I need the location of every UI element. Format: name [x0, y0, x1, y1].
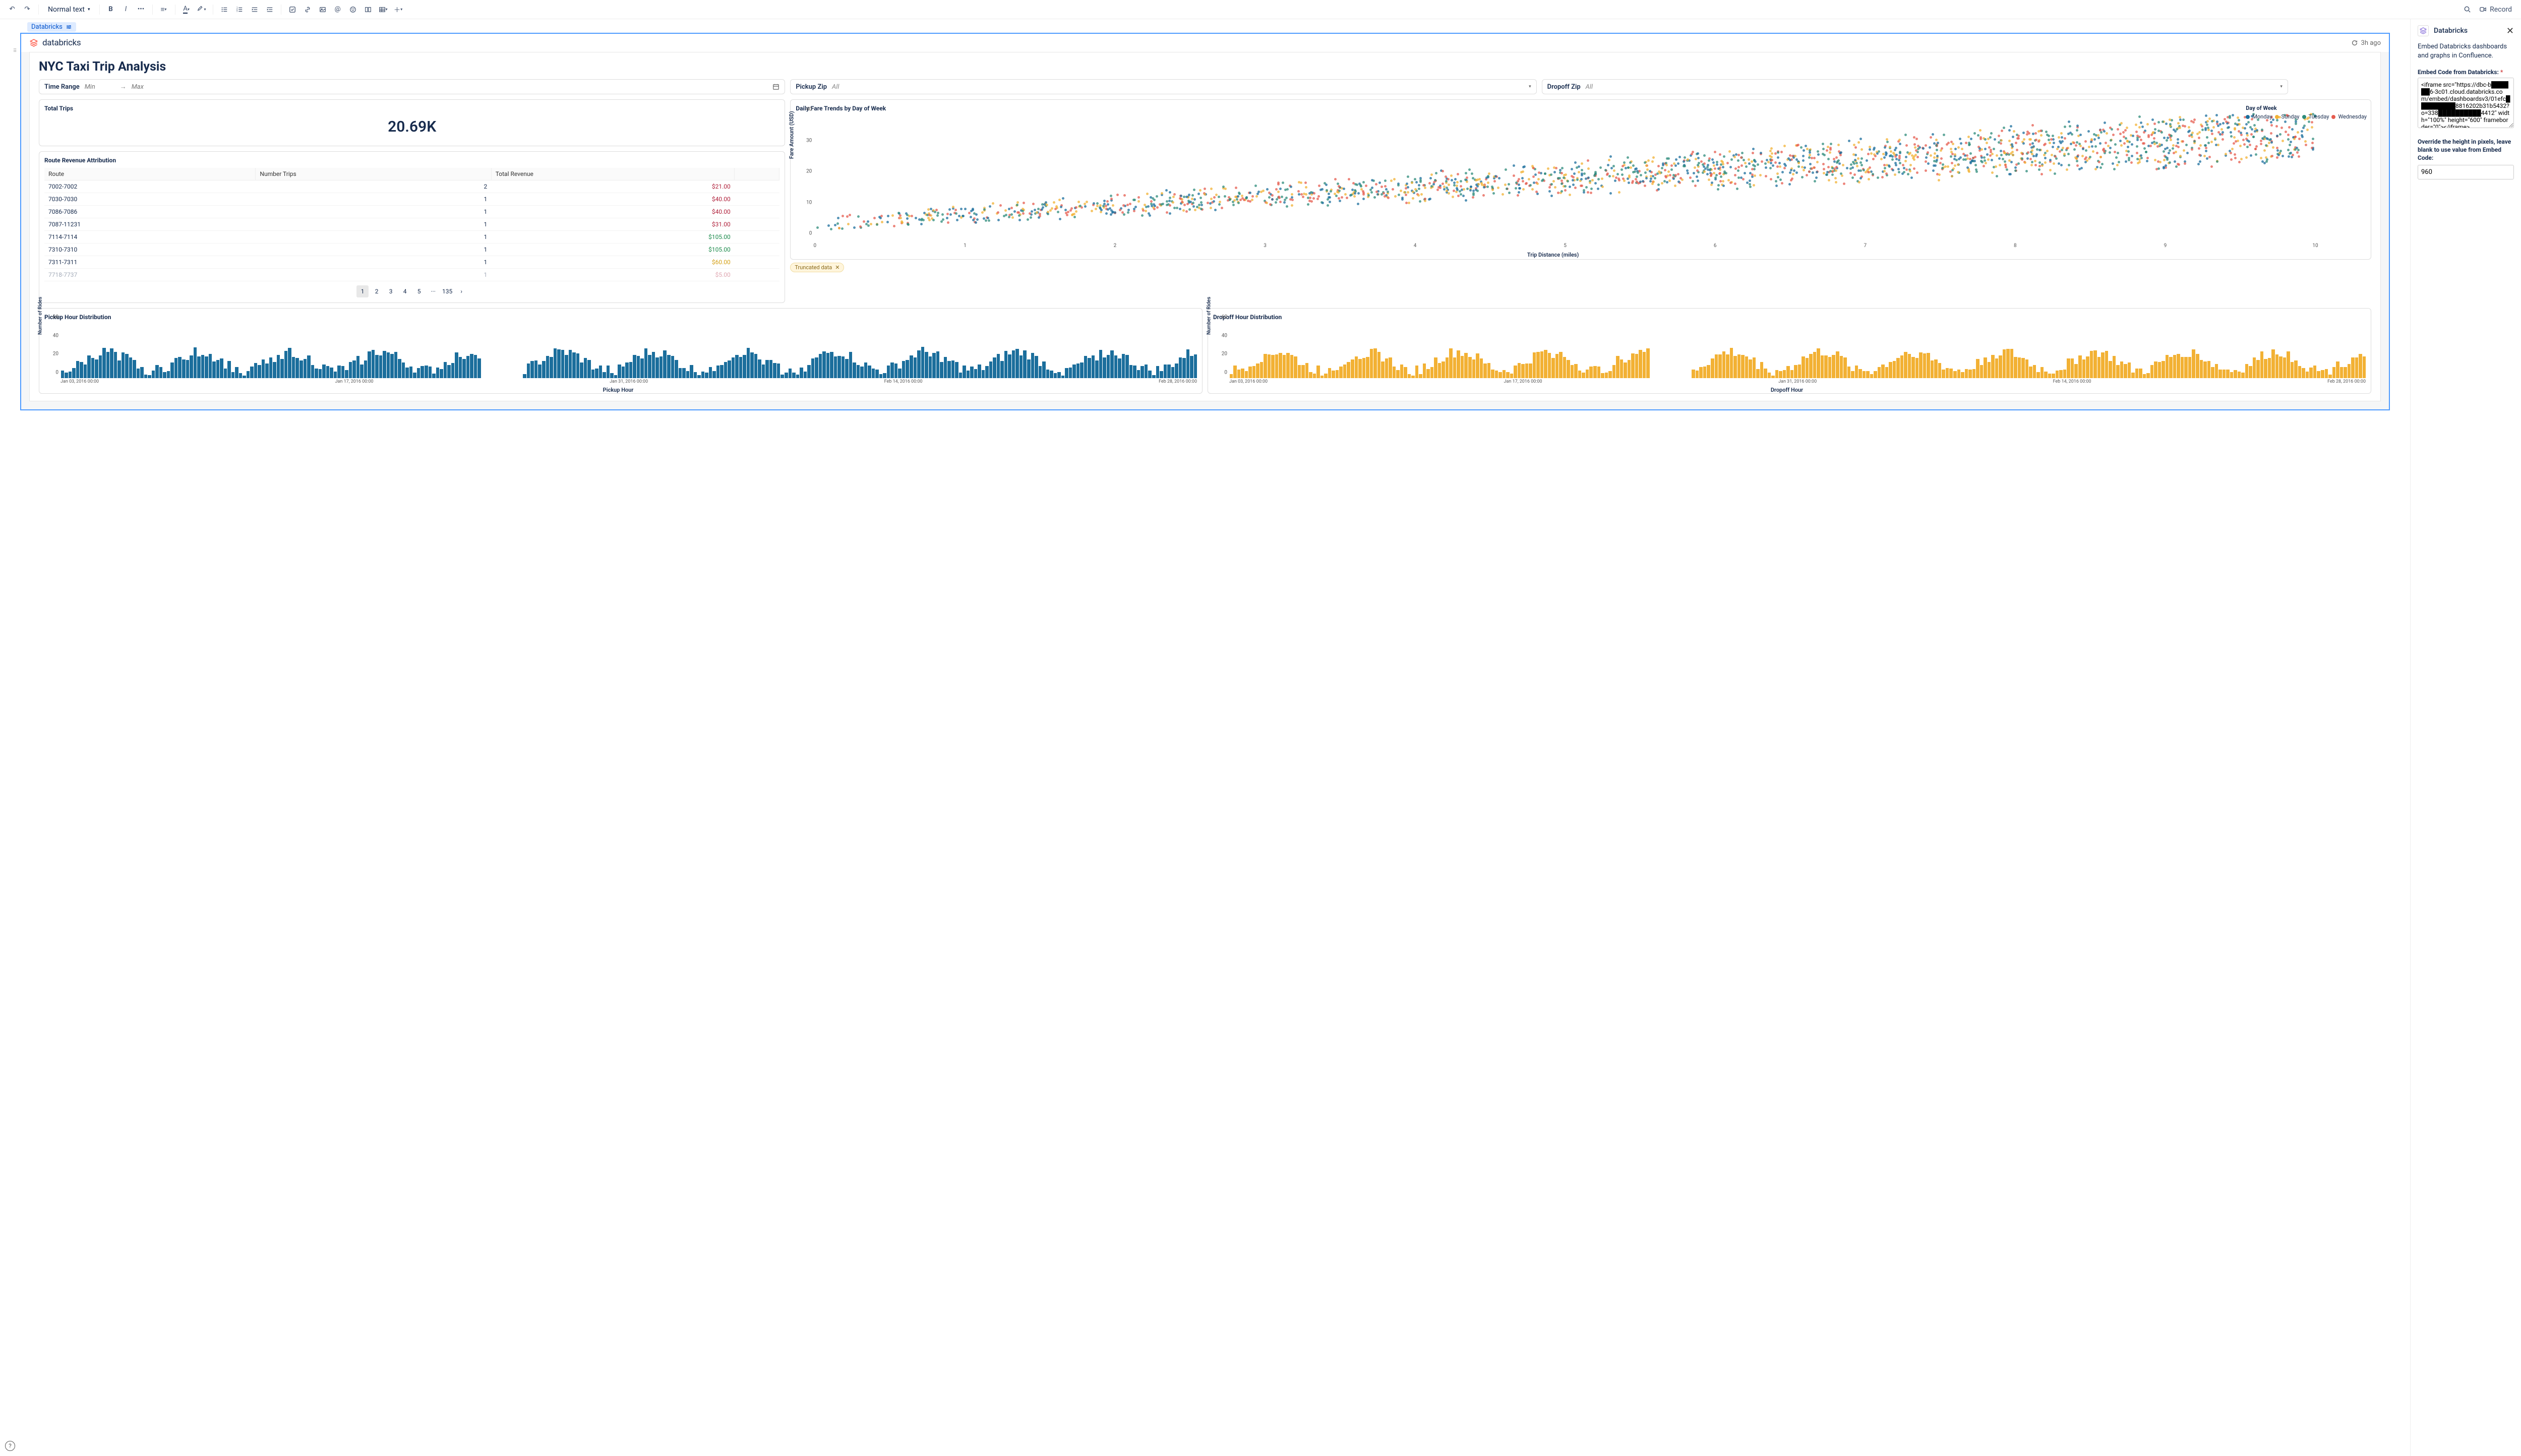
- dropoff-hour-chart: Dropoff Hour Distribution Number of Ride…: [1208, 308, 2371, 394]
- table-row[interactable]: 7002-70022$21.00: [44, 180, 779, 193]
- panel-description: Embed Databricks dashboards and graphs i…: [2418, 42, 2514, 60]
- insert-button[interactable]: ＋▾: [391, 3, 405, 17]
- total-trips-card: Total Trips 20.69K: [39, 99, 785, 146]
- databricks-brand: databricks: [29, 38, 81, 48]
- chevron-down-icon: ▾: [2280, 84, 2283, 89]
- page-1[interactable]: 1: [356, 285, 369, 297]
- help-button[interactable]: ?: [5, 1441, 15, 1451]
- undo-button[interactable]: ↶: [5, 3, 19, 17]
- refresh-icon: [2351, 39, 2358, 46]
- page-3[interactable]: 3: [385, 285, 397, 297]
- total-trips-value: 20.69K: [44, 116, 779, 141]
- mention-button[interactable]: @: [331, 3, 345, 17]
- time-max-input[interactable]: [132, 83, 768, 91]
- italic-button[interactable]: I: [119, 3, 133, 17]
- table-row[interactable]: 7114-71141$105.00: [44, 231, 779, 244]
- settings-slider-icon: [66, 24, 72, 30]
- close-panel-button[interactable]: ✕: [2506, 26, 2514, 36]
- pickup-hour-chart: Pickup Hour Distribution Number of Rides…: [39, 308, 1203, 394]
- record-button[interactable]: Record: [2475, 3, 2516, 17]
- scatter-legend: Day of Week MondaySundayTuesdayWednesday: [2246, 105, 2367, 122]
- filter-time-range[interactable]: Time Range →: [39, 79, 785, 94]
- height-input[interactable]: [2418, 165, 2514, 179]
- task-button[interactable]: [285, 3, 299, 17]
- dashboard-title: NYC Taxi Trip Analysis: [39, 59, 2371, 74]
- page-···[interactable]: ···: [427, 285, 439, 297]
- databricks-logo-icon: [29, 38, 38, 47]
- macro-chip-databricks[interactable]: Databricks: [27, 22, 76, 32]
- fare-scatter-chart: Daily Fare Trends by Day of Week Fare Am…: [790, 99, 2371, 260]
- calendar-icon: [772, 83, 779, 90]
- route-revenue-table: RouteNumber TripsTotal Revenue 7002-7002…: [44, 168, 779, 281]
- macro-config-panel: Databricks ✕ Embed Databricks dashboards…: [2410, 19, 2521, 1456]
- height-label: Override the height in pixels, leave bla…: [2418, 138, 2514, 162]
- page-135[interactable]: 135: [441, 285, 453, 297]
- link-button[interactable]: [301, 3, 315, 17]
- table-row[interactable]: 7086-70861$40.00: [44, 206, 779, 218]
- embed-code-textarea[interactable]: [2418, 78, 2514, 128]
- refresh-status[interactable]: 3h ago: [2351, 39, 2381, 47]
- more-format-button[interactable]: •••: [134, 3, 148, 17]
- filter-pickup-zip[interactable]: Pickup Zip All ▾: [790, 79, 1536, 94]
- text-style-select[interactable]: Normal text▾: [43, 3, 95, 17]
- editor-toolbar: ↶ ↷ Normal text▾ B I ••• ≡▾ A▾ ▾ 123 @ ▾…: [0, 0, 2521, 19]
- table-row[interactable]: 7087-112311$31.00: [44, 218, 779, 231]
- emoji-button[interactable]: [346, 3, 360, 17]
- drag-handle-icon[interactable]: ⠿: [13, 48, 17, 54]
- truncated-badge[interactable]: Truncated data✕: [790, 263, 844, 272]
- indent-button[interactable]: [263, 3, 277, 17]
- table-row[interactable]: 7718-77371$5.00: [44, 269, 779, 281]
- table-row[interactable]: 7310-73101$105.00: [44, 244, 779, 256]
- image-button[interactable]: [316, 3, 330, 17]
- page-5[interactable]: 5: [413, 285, 425, 297]
- embed-code-label: Embed Code from Databricks: *: [2418, 69, 2514, 76]
- layout-button[interactable]: [361, 3, 375, 17]
- page-2[interactable]: 2: [371, 285, 383, 297]
- bullet-list-button[interactable]: [217, 3, 231, 17]
- outdent-button[interactable]: [248, 3, 262, 17]
- table-pagination[interactable]: 12345···135›: [44, 281, 779, 297]
- table-row[interactable]: 7311-73111$60.00: [44, 256, 779, 269]
- filter-dropoff-zip[interactable]: Dropoff Zip All ▾: [1542, 79, 2288, 94]
- databricks-logo-icon: [2418, 25, 2429, 36]
- align-button[interactable]: ≡▾: [157, 3, 171, 17]
- number-list-button[interactable]: 123: [232, 3, 247, 17]
- close-icon[interactable]: ✕: [835, 264, 839, 271]
- text-color-button[interactable]: A▾: [179, 3, 194, 17]
- route-revenue-card: Route Revenue Attribution RouteNumber Tr…: [39, 151, 785, 303]
- page-4[interactable]: 4: [399, 285, 411, 297]
- bold-button[interactable]: B: [104, 3, 118, 17]
- databricks-embed-frame: databricks 3h ago NYC Taxi Trip Analysis…: [20, 33, 2390, 410]
- svg-text:3: 3: [236, 10, 237, 13]
- table-button[interactable]: ▾: [376, 3, 390, 17]
- find-button[interactable]: [2460, 3, 2474, 17]
- redo-button[interactable]: ↷: [20, 3, 34, 17]
- table-row[interactable]: 7030-70301$40.00: [44, 193, 779, 206]
- time-min-input[interactable]: [85, 83, 115, 91]
- next-page[interactable]: ›: [455, 285, 467, 297]
- highlight-button[interactable]: ▾: [195, 3, 209, 17]
- chevron-down-icon: ▾: [1529, 84, 1531, 89]
